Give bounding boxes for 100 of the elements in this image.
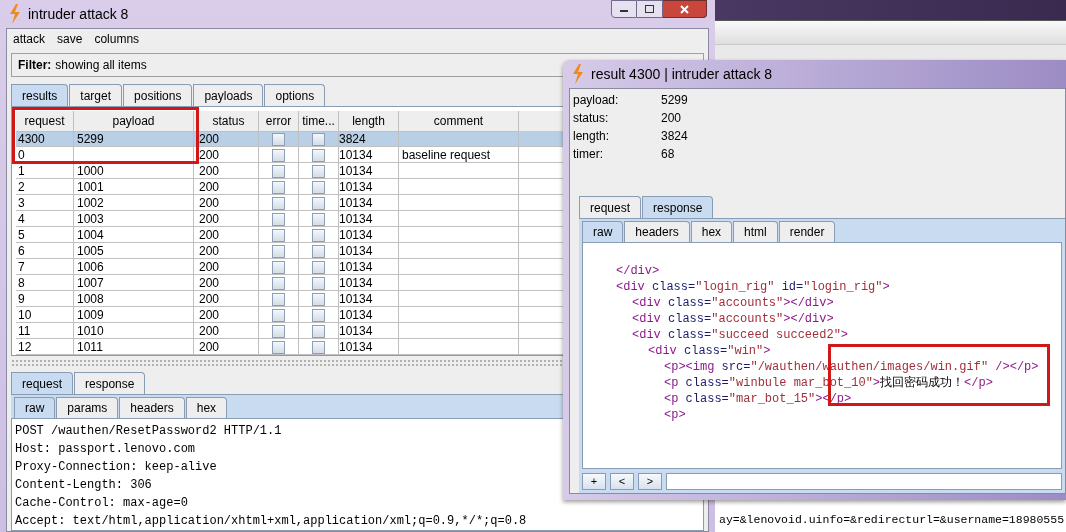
table-cell: 200: [199, 260, 220, 275]
checkbox[interactable]: [272, 324, 285, 338]
nav-button[interactable]: +: [582, 473, 606, 490]
checkbox[interactable]: [312, 244, 325, 258]
request-line: Proxy-Connection: keep-alive: [15, 459, 217, 476]
table-cell: 200: [199, 164, 220, 179]
table-cell: 10134: [339, 228, 373, 243]
checkbox[interactable]: [272, 292, 285, 306]
checkbox[interactable]: [312, 164, 325, 178]
lightning-icon: [8, 4, 22, 24]
checkbox[interactable]: [272, 276, 285, 290]
checkbox[interactable]: [312, 340, 325, 354]
maximize-button[interactable]: [637, 0, 663, 18]
checkbox[interactable]: [272, 164, 285, 178]
table-cell: 10134: [339, 148, 373, 163]
info-label: timer:: [573, 146, 604, 163]
filter-label: Filter:: [18, 57, 52, 75]
nav-button[interactable]: <: [610, 473, 634, 490]
tab[interactable]: response: [642, 196, 714, 218]
checkbox[interactable]: [272, 340, 285, 354]
table-cell: 200: [199, 228, 220, 243]
checkbox[interactable]: [272, 180, 285, 194]
tab[interactable]: headers: [624, 221, 690, 242]
checkbox[interactable]: [272, 212, 285, 226]
minimize-button[interactable]: [611, 0, 637, 18]
table-cell: 10134: [339, 180, 373, 195]
tab[interactable]: render: [778, 221, 836, 242]
checkbox[interactable]: [312, 212, 325, 226]
info-value: 68: [661, 146, 675, 163]
checkbox[interactable]: [312, 276, 325, 290]
info-label: length:: [573, 128, 611, 145]
table-cell: 1001: [77, 180, 104, 195]
checkbox[interactable]: [312, 324, 325, 338]
request-line: Host: passport.lenovo.com: [15, 441, 196, 458]
lightning-icon: [571, 64, 585, 84]
table-cell: 7: [18, 260, 25, 275]
checkbox[interactable]: [272, 148, 285, 162]
checkbox[interactable]: [272, 132, 285, 146]
table-cell: baseline request: [402, 148, 491, 163]
table-cell: 200: [199, 212, 220, 227]
tab[interactable]: raw: [582, 221, 624, 242]
checkbox[interactable]: [312, 148, 325, 162]
tab[interactable]: payloads: [193, 84, 264, 107]
table-cell: 0: [18, 148, 25, 163]
table-cell: 10: [18, 308, 32, 323]
search-field[interactable]: [666, 473, 1062, 490]
close-button[interactable]: [663, 0, 707, 18]
checkbox[interactable]: [312, 308, 325, 322]
tab[interactable]: request: [579, 196, 642, 218]
window-title: intruder attack 8: [28, 4, 129, 24]
table-cell: 10134: [339, 260, 373, 275]
table-cell: 11: [18, 324, 31, 339]
checkbox[interactable]: [272, 196, 285, 210]
table-cell: 200: [199, 308, 220, 323]
tab[interactable]: raw: [14, 397, 56, 418]
tab[interactable]: hex: [690, 221, 733, 242]
table-cell: 1005: [77, 244, 104, 259]
table-cell: 1008: [77, 292, 104, 307]
tab[interactable]: response: [74, 372, 146, 394]
table-cell: 12: [18, 340, 32, 355]
tab[interactable]: target: [69, 84, 123, 107]
table-cell: 1006: [77, 260, 104, 275]
checkbox[interactable]: [312, 132, 325, 146]
table-cell: 200: [199, 244, 220, 259]
menu-item[interactable]: columns: [94, 30, 140, 49]
request-line: POST /wauthen/ResetPassword2 HTTP/1.1: [15, 423, 282, 440]
checkbox[interactable]: [272, 308, 285, 322]
table-cell: 2: [18, 180, 25, 195]
checkbox[interactable]: [312, 180, 325, 194]
table-cell: 4: [18, 212, 25, 227]
tab[interactable]: positions: [123, 84, 193, 107]
response-text-area[interactable]: [582, 242, 1062, 469]
checkbox[interactable]: [312, 228, 325, 242]
menu-item[interactable]: attack: [13, 30, 45, 49]
tab[interactable]: headers: [119, 397, 185, 418]
table-cell: 1011: [77, 340, 103, 355]
code-line: <p>: [664, 407, 686, 423]
table-cell: 10134: [339, 244, 373, 259]
checkbox[interactable]: [272, 260, 285, 274]
checkbox[interactable]: [312, 196, 325, 210]
tab[interactable]: html: [733, 221, 778, 242]
table-cell: 9: [18, 292, 25, 307]
checkbox[interactable]: [312, 292, 325, 306]
table-cell: 10134: [339, 276, 373, 291]
tab[interactable]: results: [11, 84, 69, 107]
tab[interactable]: params: [56, 397, 119, 418]
table-cell: 200: [199, 324, 220, 339]
table-cell: 10134: [339, 212, 373, 227]
tab[interactable]: request: [11, 372, 74, 394]
checkbox[interactable]: [272, 228, 285, 242]
filter-text: showing all items: [55, 57, 147, 75]
checkbox[interactable]: [272, 244, 285, 258]
tab[interactable]: options: [264, 84, 326, 107]
nav-button[interactable]: >: [638, 473, 662, 490]
table-cell: 1: [18, 164, 25, 179]
menu-item[interactable]: save: [57, 30, 83, 49]
tab[interactable]: hex: [185, 397, 228, 418]
info-label: status:: [573, 110, 610, 127]
info-label: payload:: [573, 92, 620, 109]
checkbox[interactable]: [312, 260, 325, 274]
